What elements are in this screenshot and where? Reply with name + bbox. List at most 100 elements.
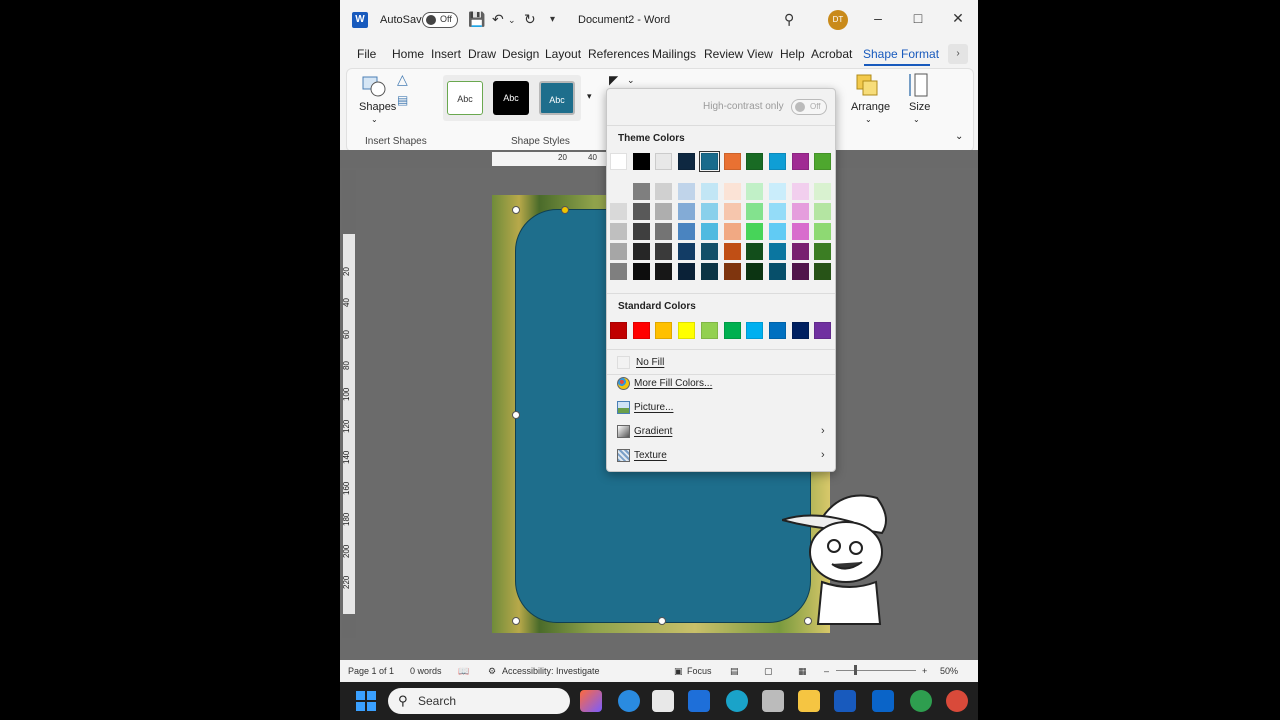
tab-help[interactable]: Help [780, 47, 805, 61]
theme-shade-swatch[interactable] [700, 183, 718, 200]
theme-shade-swatch[interactable] [791, 263, 809, 280]
theme-color-swatch[interactable] [678, 153, 696, 170]
read-view-icon[interactable]: ▤ [730, 666, 739, 677]
gradient-fill-item[interactable]: Gradient › [607, 421, 835, 443]
theme-color-swatch[interactable] [698, 151, 720, 172]
chrome-profile-icon[interactable] [946, 690, 968, 712]
no-fill-item[interactable]: No Fill [607, 352, 835, 374]
theme-shade-swatch[interactable] [678, 263, 696, 280]
theme-shade-swatch[interactable] [768, 243, 786, 260]
theme-color-swatch[interactable] [746, 153, 764, 170]
theme-color-swatch[interactable] [632, 153, 650, 170]
tab-layout[interactable]: Layout [545, 47, 581, 61]
resize-handle[interactable] [512, 206, 520, 214]
search-icon[interactable]: ⚲ [784, 11, 794, 28]
theme-shade-swatch[interactable] [814, 203, 832, 220]
theme-shade-swatch[interactable] [632, 263, 650, 280]
maximize-icon[interactable]: □ [908, 10, 928, 26]
zoom-in-icon[interactable]: + [922, 666, 927, 676]
save-icon[interactable]: 💾 [468, 11, 485, 28]
zoom-slider-thumb[interactable] [854, 665, 857, 675]
ribbon-collapse-icon[interactable]: ⌄ [955, 131, 963, 142]
theme-shade-swatch[interactable] [814, 263, 832, 280]
theme-shade-swatch[interactable] [814, 243, 832, 260]
theme-shade-swatch[interactable] [678, 243, 696, 260]
store-icon[interactable] [652, 690, 674, 712]
theme-color-swatch[interactable] [768, 153, 786, 170]
theme-color-swatch[interactable] [791, 153, 809, 170]
theme-shade-swatch[interactable] [700, 203, 718, 220]
copilot-icon[interactable] [580, 690, 602, 712]
word-taskbar-icon[interactable] [834, 690, 856, 712]
tab-shape-format[interactable]: Shape Format [863, 47, 939, 61]
theme-shade-swatch[interactable] [655, 183, 673, 200]
tab-mailings[interactable]: Mailings [652, 47, 696, 61]
standard-color-swatch[interactable] [814, 322, 832, 339]
web-layout-icon[interactable]: ▦ [798, 666, 807, 677]
theme-shade-swatch[interactable] [610, 203, 627, 220]
resize-handle[interactable] [512, 617, 520, 625]
theme-shade-swatch[interactable] [746, 263, 764, 280]
picture-fill-item[interactable]: Picture... [607, 397, 835, 419]
minimize-icon[interactable]: – [868, 10, 888, 26]
accessibility-status[interactable]: Accessibility: Investigate [502, 666, 600, 676]
theme-color-swatch[interactable] [610, 153, 627, 170]
more-fill-colors-item[interactable]: More Fill Colors... [607, 373, 835, 395]
standard-color-swatch[interactable] [655, 322, 673, 339]
high-contrast-toggle[interactable]: Off [791, 99, 827, 115]
theme-shade-swatch[interactable] [700, 243, 718, 260]
standard-color-swatch[interactable] [678, 322, 696, 339]
shape-fill-dropdown-icon[interactable]: ⌄ [627, 75, 635, 86]
photos-icon[interactable] [688, 690, 710, 712]
theme-shade-swatch[interactable] [768, 263, 786, 280]
theme-shade-swatch[interactable] [700, 263, 718, 280]
shapes-dropdown-icon[interactable]: ⌄ [371, 115, 378, 124]
tab-references[interactable]: References [588, 47, 649, 61]
theme-shade-swatch[interactable] [610, 263, 627, 280]
read-mode-icon[interactable]: 📖 [458, 666, 469, 677]
theme-shade-swatch[interactable] [791, 223, 809, 240]
theme-shade-swatch[interactable] [632, 203, 650, 220]
calculator-icon[interactable] [762, 690, 784, 712]
theme-shade-swatch[interactable] [723, 183, 741, 200]
size-label[interactable]: Size [909, 101, 930, 113]
standard-color-swatch[interactable] [610, 322, 627, 339]
zoom-level[interactable]: 50% [940, 666, 958, 676]
theme-shade-swatch[interactable] [632, 183, 650, 200]
theme-shade-swatch[interactable] [632, 223, 650, 240]
arrange-label[interactable]: Arrange [851, 101, 890, 113]
taskbar-search[interactable]: ⚲ Search [388, 688, 570, 714]
standard-color-swatch[interactable] [700, 322, 718, 339]
tab-insert[interactable]: Insert [431, 47, 461, 61]
print-layout-icon[interactable]: ▢ [764, 666, 773, 677]
theme-shade-swatch[interactable] [768, 183, 786, 200]
word-count[interactable]: 0 words [410, 666, 442, 676]
theme-shade-swatch[interactable] [746, 223, 764, 240]
page-count[interactable]: Page 1 of 1 [348, 666, 394, 676]
theme-shade-swatch[interactable] [610, 183, 627, 200]
styles-more-icon[interactable]: ▾ [587, 91, 592, 102]
shapes-icon[interactable] [361, 75, 387, 97]
theme-shade-swatch[interactable] [655, 223, 673, 240]
outlook-icon[interactable] [872, 690, 894, 712]
theme-shade-swatch[interactable] [768, 203, 786, 220]
avatar[interactable]: DT [828, 10, 848, 30]
standard-color-swatch[interactable] [723, 322, 741, 339]
tab-design[interactable]: Design [502, 47, 539, 61]
theme-shade-swatch[interactable] [632, 243, 650, 260]
theme-shade-swatch[interactable] [746, 203, 764, 220]
arrange-icon[interactable] [855, 73, 879, 97]
resize-handle[interactable] [658, 617, 666, 625]
tab-draw[interactable]: Draw [468, 47, 496, 61]
theme-color-swatch[interactable] [723, 153, 741, 170]
redo-icon[interactable]: ↻ [524, 11, 536, 28]
theme-shade-swatch[interactable] [655, 263, 673, 280]
theme-shade-swatch[interactable] [655, 203, 673, 220]
theme-shade-swatch[interactable] [814, 223, 832, 240]
focus-button[interactable]: Focus [687, 666, 712, 676]
tab-acrobat[interactable]: Acrobat [811, 47, 852, 61]
standard-color-swatch[interactable] [768, 322, 786, 339]
theme-shade-swatch[interactable] [723, 223, 741, 240]
undo-dropdown-icon[interactable]: ⌄ [508, 15, 516, 26]
theme-shade-swatch[interactable] [655, 243, 673, 260]
